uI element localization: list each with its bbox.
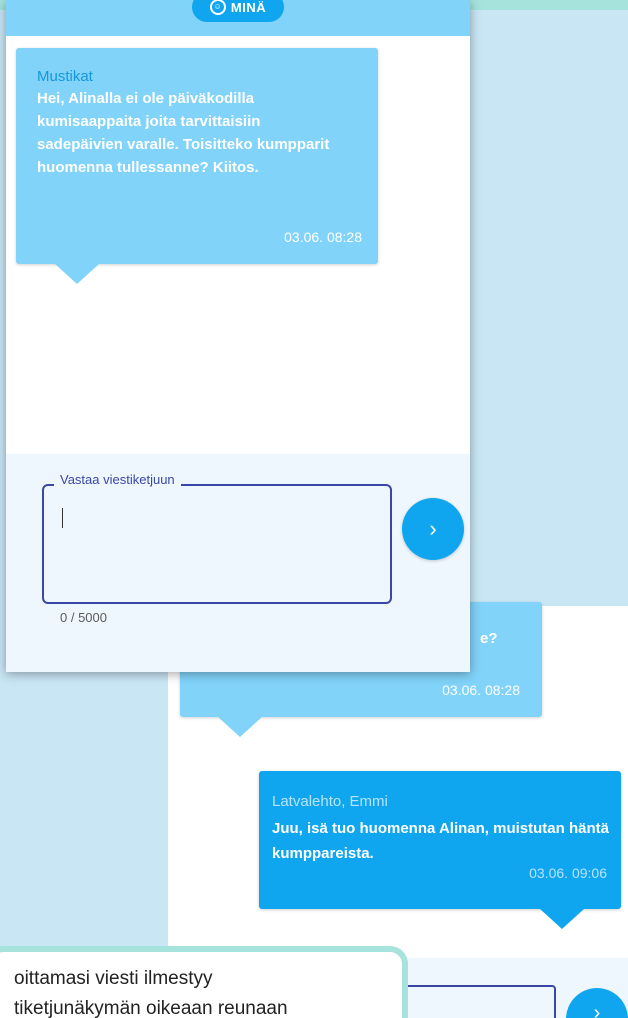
message-timestamp: 03.06. 08:28 — [284, 229, 362, 245]
background-message-fragment: e? — [480, 630, 498, 647]
reply-field-label: Vastaa viestiketjuun — [54, 472, 181, 487]
compose-area: Vastaa viestiketjuun 0 / 5000 › — [6, 454, 470, 672]
thread-header: ☺ MINÄ — [6, 0, 470, 36]
mina-chip[interactable]: ☺ MINÄ — [192, 0, 284, 22]
face-icon: ☺ — [209, 0, 226, 15]
send-button[interactable]: › — [402, 498, 464, 560]
received-message-bubble: Mustikat Hei, Alinalla ei ole päiväkodil… — [16, 48, 378, 264]
reply-sender: Latvalehto, Emmi — [272, 793, 388, 810]
tooltip-card: oittamasi viesti ilmestyy tiketjunäkymän… — [0, 946, 408, 1018]
background-bubble-tail — [218, 717, 262, 737]
character-counter: 0 / 5000 — [60, 610, 107, 625]
mina-label: MINÄ — [230, 0, 267, 15]
reply-text-field[interactable] — [42, 484, 392, 604]
tooltip-line-1: oittamasi viesti ilmestyy — [14, 968, 213, 989]
message-sender: Mustikat — [37, 68, 93, 85]
reply-message-bubble: Latvalehto, Emmi Juu, isä tuo huomenna A… — [259, 771, 621, 909]
chevron-right-icon: › — [593, 1002, 601, 1018]
chevron-right-icon: › — [429, 516, 437, 541]
background-reply-field[interactable] — [400, 985, 556, 1018]
message-body: Hei, Alinalla ei ole päiväkodilla kumisa… — [37, 90, 330, 176]
reply-timestamp: 03.06. 09:06 — [529, 865, 607, 881]
tooltip-line-2: tiketjunäkymän oikeaan reunaan — [14, 998, 288, 1018]
background-message-timestamp: 03.06. 08:28 — [442, 682, 520, 698]
message-bubble-tail — [55, 264, 99, 284]
message-thread-card: ☺ MINÄ Mustikat Hei, Alinalla ei ole päi… — [6, 0, 470, 672]
text-caret — [62, 508, 63, 528]
reply-body: Juu, isä tuo huomenna Alinan, muistutan … — [272, 820, 609, 862]
reply-bubble-tail — [540, 909, 584, 929]
